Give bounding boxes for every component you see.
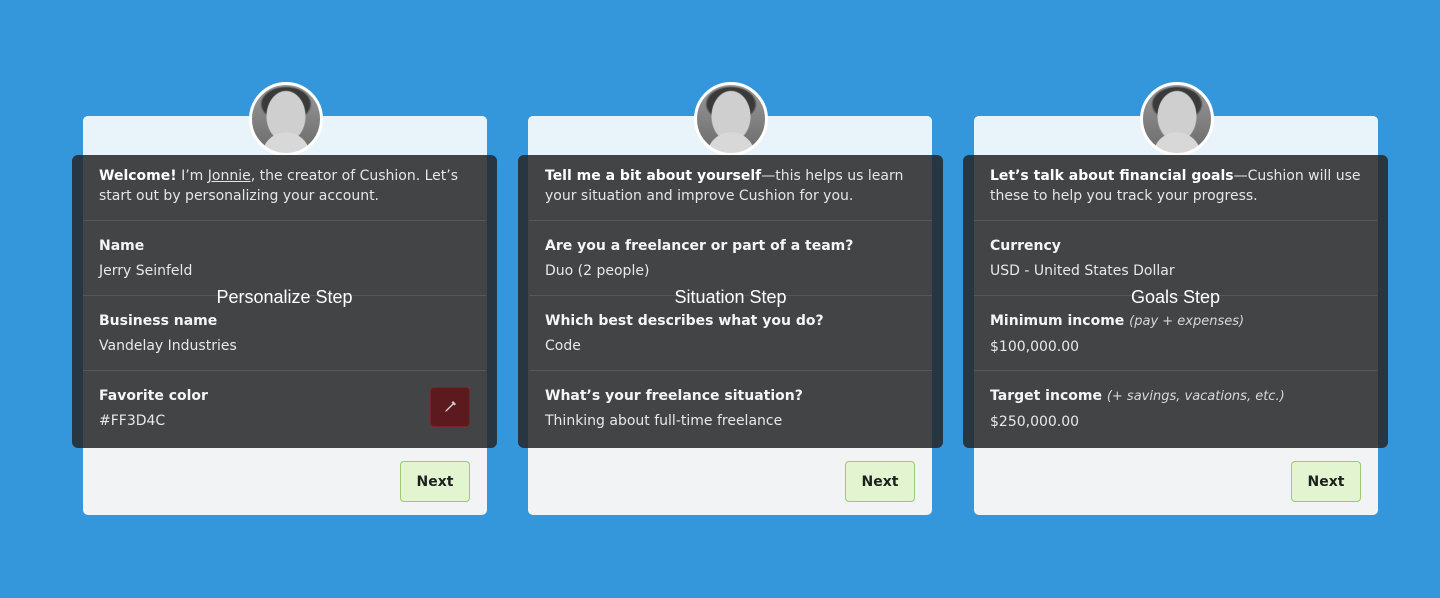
intro-text: Tell me a bit about yourself—this helps … bbox=[529, 155, 932, 221]
situation-step-panel: Tell me a bit about yourself—this helps … bbox=[518, 155, 943, 448]
field-label: Name bbox=[99, 238, 145, 254]
field-label: Which best describes what you do? bbox=[545, 313, 824, 329]
team-size-field[interactable]: Are you a freelancer or part of a team? … bbox=[529, 221, 932, 296]
favorite-color-field[interactable]: Favorite color #FF3D4C bbox=[83, 371, 486, 446]
freelance-situation-field[interactable]: What’s your freelance situation? Thinkin… bbox=[529, 371, 932, 446]
field-label: Favorite color bbox=[99, 388, 208, 404]
creator-link[interactable]: Jonnie bbox=[208, 168, 251, 184]
avatar bbox=[249, 82, 323, 156]
name-field[interactable]: Name Jerry Seinfeld bbox=[83, 221, 486, 296]
avatar bbox=[1140, 82, 1214, 156]
intro-bold: Tell me a bit about yourself bbox=[545, 168, 762, 184]
field-label: Minimum income (pay + expenses) bbox=[990, 312, 1361, 331]
field-value[interactable]: Thinking about full-time freelance bbox=[545, 412, 916, 430]
personalize-step-panel: Welcome! I’m Jonnie, the creator of Cush… bbox=[72, 155, 497, 448]
field-label-text: Minimum income bbox=[990, 313, 1125, 329]
field-value[interactable]: $100,000.00 bbox=[990, 338, 1361, 356]
field-value[interactable]: Code bbox=[545, 337, 916, 355]
currency-field[interactable]: Currency USD - United States Dollar bbox=[974, 221, 1377, 296]
next-button[interactable]: Next bbox=[400, 461, 470, 502]
eyedropper-icon bbox=[445, 401, 456, 412]
intro-bold: Let’s talk about financial goals bbox=[990, 168, 1234, 184]
field-value[interactable]: $250,000.00 bbox=[990, 413, 1361, 431]
field-label: What’s your freelance situation? bbox=[545, 388, 803, 404]
avatar bbox=[694, 82, 768, 156]
intro-bold: Welcome! bbox=[99, 168, 177, 184]
target-income-field[interactable]: Target income (+ savings, vacations, etc… bbox=[974, 371, 1377, 446]
field-value[interactable]: Vandelay Industries bbox=[99, 337, 470, 355]
field-label-note: (+ savings, vacations, etc.) bbox=[1106, 389, 1285, 404]
field-value[interactable]: USD - United States Dollar bbox=[990, 262, 1361, 280]
intro-pre: I’m bbox=[176, 168, 208, 184]
field-label: Target income (+ savings, vacations, etc… bbox=[990, 387, 1361, 406]
next-button[interactable]: Next bbox=[845, 461, 915, 502]
goals-step-panel: Let’s talk about financial goals—Cushion… bbox=[963, 155, 1388, 448]
field-label: Currency bbox=[990, 238, 1061, 254]
next-button[interactable]: Next bbox=[1291, 461, 1361, 502]
field-label: Business name bbox=[99, 313, 218, 329]
color-swatch-button[interactable] bbox=[430, 387, 470, 427]
intro-text: Welcome! I’m Jonnie, the creator of Cush… bbox=[83, 155, 486, 221]
work-type-field[interactable]: Which best describes what you do? Code bbox=[529, 296, 932, 371]
field-value[interactable]: #FF3D4C bbox=[99, 412, 470, 430]
business-name-field[interactable]: Business name Vandelay Industries bbox=[83, 296, 486, 371]
field-value[interactable]: Jerry Seinfeld bbox=[99, 262, 470, 280]
field-label: Are you a freelancer or part of a team? bbox=[545, 238, 854, 254]
field-label-text: Target income bbox=[990, 388, 1102, 404]
minimum-income-field[interactable]: Minimum income (pay + expenses) $100,000… bbox=[974, 296, 1377, 371]
intro-text: Let’s talk about financial goals—Cushion… bbox=[974, 155, 1377, 221]
field-value[interactable]: Duo (2 people) bbox=[545, 262, 916, 280]
field-label-note: (pay + expenses) bbox=[1129, 314, 1245, 329]
